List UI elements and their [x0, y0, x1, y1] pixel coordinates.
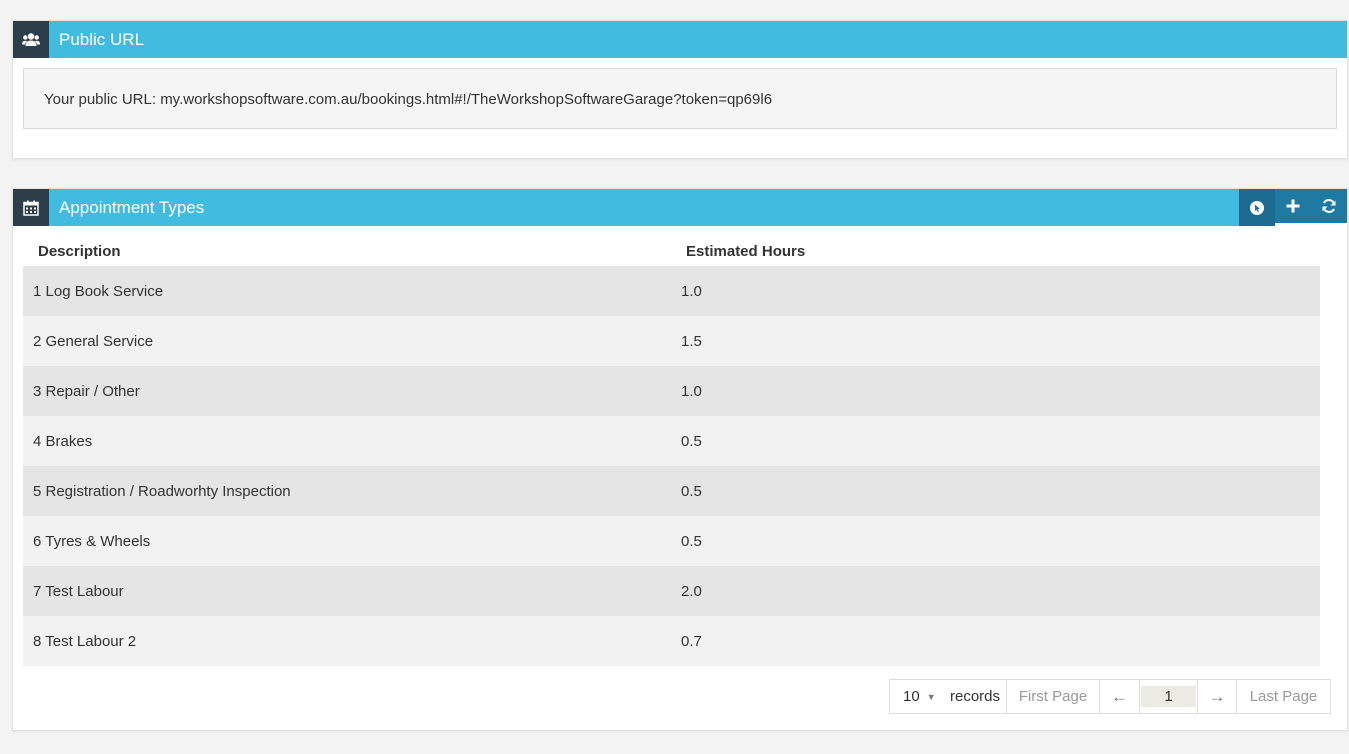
table-row[interactable]: 5 Registration / Roadworhty Inspection 0.… [23, 466, 1320, 516]
column-header-description[interactable]: Description [23, 243, 671, 260]
appointment-types-title: Appointment Types [59, 197, 205, 217]
chevron-down-icon: ▼ [926, 691, 936, 702]
appointment-types-panel: Appointment Types Description Estimated … [12, 188, 1348, 731]
cell-estimated-hours: 1.0 [681, 382, 702, 400]
users-icon [13, 21, 49, 58]
table-row[interactable]: 6 Tyres & Wheels 0.5 [23, 516, 1320, 566]
cell-estimated-hours: 0.5 [681, 482, 702, 500]
public-url-title: Public URL [59, 29, 145, 49]
cell-estimated-hours: 1.0 [681, 282, 702, 300]
cell-description: 5 Registration / Roadworhty Inspection [33, 482, 291, 500]
table-row[interactable]: 1 Log Book Service 1.0 [23, 266, 1320, 316]
add-icon[interactable] [1275, 189, 1311, 226]
panel-toolbar [1239, 189, 1347, 226]
cell-description: 2 General Service [33, 332, 154, 350]
prev-page-button[interactable]: ← [1100, 680, 1140, 713]
cell-description: 6 Tyres & Wheels [33, 532, 151, 550]
column-header-estimated-hours[interactable]: Estimated Hours [671, 243, 805, 260]
page-size-value: 10 [903, 688, 920, 705]
records-label: records [950, 680, 1007, 713]
cell-description: 7 Test Labour [33, 582, 124, 600]
next-page-button[interactable]: → [1197, 680, 1237, 713]
pagination: 10 ▼ records First Page ← 1 → Last Page [889, 679, 1331, 714]
appointment-types-grid: Description Estimated Hours 1 Log Book S… [23, 236, 1320, 666]
cell-description: 3 Repair / Other [33, 382, 140, 400]
cell-description: 4 Brakes [33, 432, 93, 450]
cell-estimated-hours: 1.5 [681, 332, 702, 350]
last-page-button[interactable]: Last Page [1237, 680, 1330, 713]
table-row[interactable]: 3 Repair / Other 1.0 [23, 366, 1320, 416]
public-url-value[interactable]: my.workshopsoftware.com.au/bookings.html… [160, 91, 772, 108]
cell-estimated-hours: 0.5 [681, 532, 702, 550]
table-row[interactable]: 4 Brakes 0.5 [23, 416, 1320, 466]
cell-description: 8 Test Labour 2 [33, 632, 137, 650]
calendar-icon [13, 189, 49, 226]
grid-body: 1 Log Book Service 1.0 2 General Service 1.… [23, 266, 1320, 666]
table-row[interactable]: 8 Test Labour 2 0.7 [23, 616, 1320, 666]
current-page[interactable]: 1 [1140, 680, 1197, 713]
appointment-types-header: Appointment Types [13, 189, 1347, 226]
cell-estimated-hours: 0.7 [681, 632, 702, 650]
cell-estimated-hours: 2.0 [681, 582, 702, 600]
table-row[interactable]: 7 Test Labour 2.0 [23, 566, 1320, 616]
public-url-label: Your public URL: [44, 91, 157, 108]
cursor-icon[interactable] [1239, 189, 1275, 226]
current-page-input[interactable]: 1 [1141, 686, 1196, 707]
refresh-icon[interactable] [1311, 189, 1347, 226]
grid-header: Description Estimated Hours [23, 236, 1320, 266]
table-row[interactable]: 2 General Service 1.5 [23, 316, 1320, 366]
cell-estimated-hours: 0.5 [681, 432, 702, 450]
public-url-panel: Public URL Your public URL: my.workshops… [12, 20, 1348, 159]
cell-description: 1 Log Book Service [33, 282, 164, 300]
page-size-select[interactable]: 10 ▼ [890, 680, 950, 713]
first-page-button[interactable]: First Page [1007, 680, 1100, 713]
public-url-header: Public URL [13, 21, 1347, 58]
public-url-box: Your public URL: my.workshopsoftware.com… [23, 68, 1337, 129]
